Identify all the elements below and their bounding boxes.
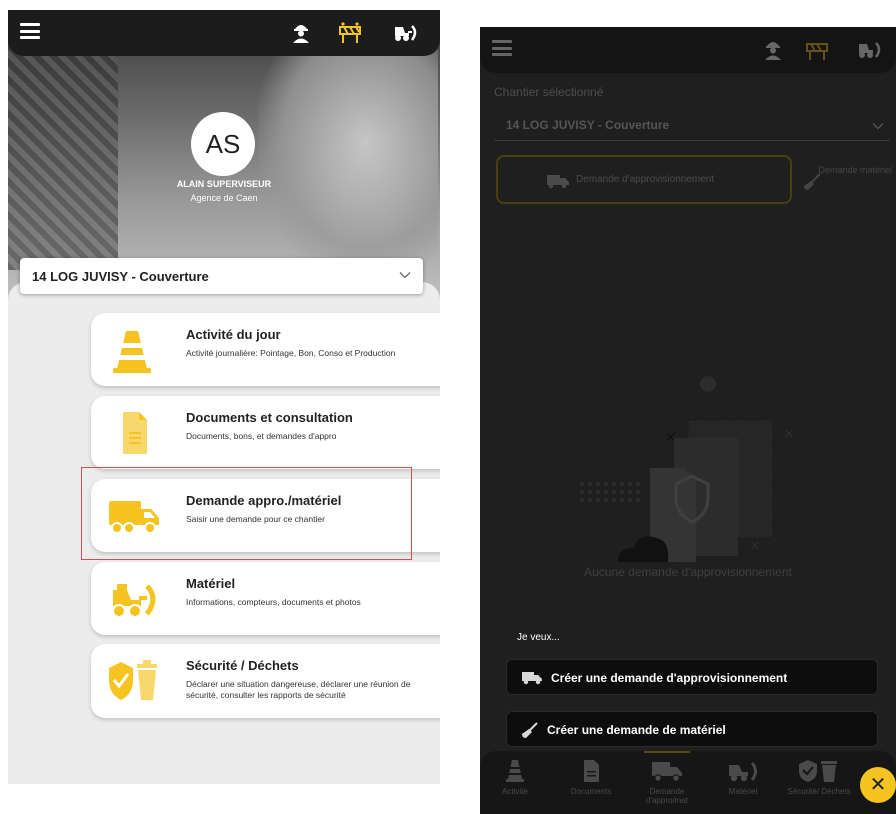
site-select-value: 14 LOG JUVISY - Couverture [506, 118, 670, 132]
excavator-icon[interactable] [392, 20, 418, 44]
shield-bin-icon [109, 660, 157, 700]
user-agency: Agence de Caen [190, 193, 258, 203]
menu-card-desc: Documents, bons, et demandes d'appro [186, 431, 337, 441]
construction-barrier-icon[interactable] [337, 20, 363, 44]
svg-text:×: × [783, 426, 795, 442]
bottom-navigation: Activité Documents Demande d'appro/mat M… [480, 751, 896, 814]
action-label: Créer une demande d'approvisionnement [551, 671, 788, 685]
traffic-cone-icon [113, 331, 151, 373]
chevron-down-icon [399, 272, 411, 279]
tab-demande-materiel[interactable]: Demande matériel [802, 165, 892, 176]
tab-label: Demande d'approvisionnement [576, 174, 715, 185]
menu-card-title: Documents et consultation [186, 410, 353, 425]
menu-card-materiel[interactable]: Matériel Informations, compteurs, docume… [91, 562, 440, 635]
menu-card-desc: Saisir une demande pour ce chantier [186, 514, 325, 524]
shovel-icon [522, 722, 538, 738]
active-tab-indicator [644, 751, 690, 753]
actions-prompt: Je veux... [517, 632, 560, 643]
menu-card-desc: Déclarer une situation dangereuse, décla… [186, 679, 411, 700]
construction-barrier-icon[interactable] [804, 37, 830, 61]
nav-label: Documents [570, 787, 612, 796]
site-select-value: 14 LOG JUVISY - Couverture [32, 269, 209, 284]
tab-demande-appro[interactable]: Demande d'approvisionnement [496, 155, 792, 204]
site-select[interactable]: 14 LOG JUVISY - Couverture [20, 258, 423, 294]
excavator-icon [729, 762, 757, 782]
user-name: ALAIN SUPERVISEUR [176, 179, 272, 189]
close-icon: ✕ [869, 774, 887, 796]
menu-card-title: Demande appro./matériel [186, 493, 342, 508]
truck-icon [652, 762, 682, 782]
svg-text:×: × [749, 538, 761, 554]
empty-state-text: Aucune demande d'approvisionnement [584, 565, 792, 579]
menu-card-title: Sécurité / Déchets [186, 658, 299, 673]
menu-card-activite[interactable]: Activité du jour Activité journalière: P… [91, 313, 440, 386]
truck-icon [522, 672, 542, 685]
site-select[interactable]: 14 LOG JUVISY - Couverture [494, 114, 890, 141]
truck-icon [109, 501, 159, 534]
document-icon [584, 760, 599, 782]
traffic-cone-icon [506, 760, 524, 782]
menu-icon[interactable] [492, 40, 512, 56]
worker-icon[interactable] [288, 20, 314, 44]
excavator-icon [112, 584, 156, 618]
excavator-icon[interactable] [856, 37, 882, 61]
nav-label: Sécurité/ Déchets [787, 787, 851, 796]
truck-icon [547, 175, 569, 189]
document-icon [123, 412, 147, 454]
menu-card-desc: Informations, compteurs, documents et ph… [186, 597, 361, 607]
menu-card-title: Activité du jour [186, 327, 281, 342]
nav-label: Activité [502, 787, 528, 796]
nav-item-materiel[interactable]: Matériel [708, 759, 778, 796]
create-appro-request-button[interactable]: Créer une demande d'approvisionnement [506, 659, 878, 695]
nav-item-activite[interactable]: Activité [480, 759, 550, 796]
create-material-request-button[interactable]: Créer une demande de matériel [506, 711, 878, 747]
menu-icon[interactable] [20, 23, 40, 39]
menu-card-demande[interactable]: Demande appro./matériel Saisir une deman… [91, 479, 440, 552]
worker-icon[interactable] [760, 37, 786, 61]
nav-item-documents[interactable]: Documents [556, 759, 626, 796]
nav-item-securite[interactable]: Sécurité/ Déchets [784, 759, 854, 796]
close-fab-button[interactable]: ✕ [860, 767, 896, 803]
top-app-bar [8, 10, 440, 56]
empty-state-illustration: × × × [580, 376, 795, 562]
menu-card-title: Matériel [186, 576, 236, 591]
photo-worker-vest [8, 30, 118, 270]
nav-item-demande[interactable]: Demande d'appro/mat [632, 759, 702, 805]
menu-card-securite[interactable]: Sécurité / Déchets Déclarer une situatio… [91, 644, 440, 718]
demande-screen: Chantier sélectionné 14 LOG JUVISY - Cou… [480, 27, 896, 814]
site-label: Chantier sélectionné [494, 85, 604, 99]
menu-card-documents[interactable]: Documents et consultation Documents, bon… [91, 396, 440, 469]
nav-label: Demande d'appro/mat [646, 787, 688, 805]
home-screen: AS ALAIN SUPERVISEUR Agence de Caen 14 L… [8, 10, 440, 784]
nav-label: Matériel [728, 787, 758, 796]
menu-card-desc: Activité journalière: Pointage, Bon, Con… [186, 348, 396, 358]
shield-bin-icon [799, 760, 837, 782]
photo-highlight [258, 50, 438, 280]
avatar[interactable]: AS [191, 112, 255, 176]
chevron-down-icon [872, 123, 884, 130]
top-app-bar [480, 27, 896, 73]
select-underline [494, 140, 890, 141]
action-label: Créer une demande de matériel [547, 723, 726, 737]
